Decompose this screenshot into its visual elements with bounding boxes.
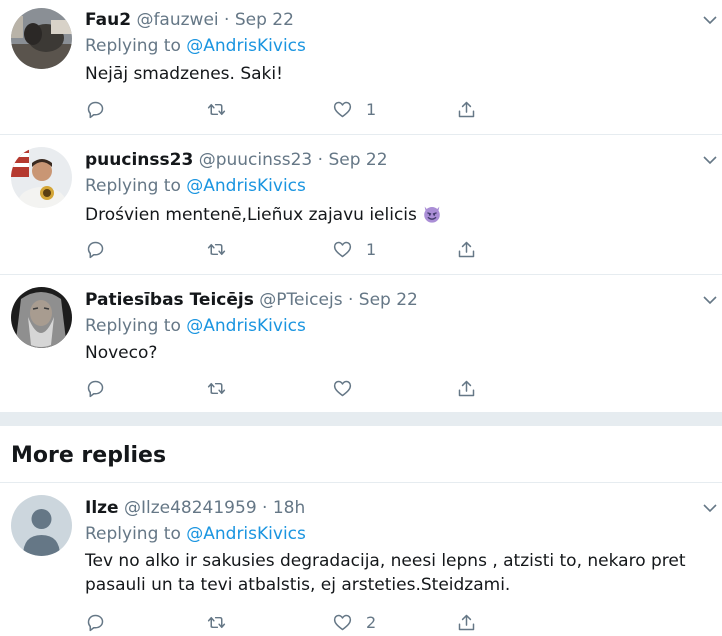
like-count: 1 [366,99,377,119]
chevron-down-icon[interactable] [702,500,718,516]
timestamp[interactable]: 18h [273,498,305,518]
more-replies-heading: More replies [11,443,167,468]
like-count: 1 [366,239,377,259]
avatar[interactable] [11,287,72,348]
tweet-text: Drośvien mentenē,Lieñux zajavu ielicis [85,202,685,227]
share-icon [456,378,477,399]
retweet-icon [206,612,227,633]
replying-to-label: Replying to [85,36,181,56]
like-count: 2 [366,612,377,632]
reply-icon [85,612,106,633]
like-button[interactable]: 1 [332,237,376,261]
retweet-button[interactable] [206,237,240,261]
mention-link[interactable]: @AndrisKivics [186,316,306,336]
separator-dot: · [317,150,324,170]
reply-button[interactable] [85,97,119,121]
handle[interactable]: @fauzwei [136,10,218,30]
replying-to: Replying to @AndrisKivics [85,175,306,197]
handle[interactable]: @PTeicejs [259,290,342,310]
retweet-icon [206,99,227,120]
display-name[interactable]: Patiesības Teicējs [85,290,254,310]
tweet[interactable]: Fau2 @fauzwei · Sep 22 Replying to @Andr… [0,0,722,135]
share-icon [456,99,477,120]
timestamp[interactable]: Sep 22 [328,150,387,170]
replying-to-label: Replying to [85,316,181,336]
retweet-button[interactable] [206,376,240,400]
display-name[interactable]: Ilze [85,498,119,518]
replying-to: Replying to @AndrisKivics [85,315,306,337]
tweet-header: Ilze @Ilze48241959 · 18h [85,497,305,519]
replying-to-label: Replying to [85,524,181,544]
tweet-text-line: pasauli un ta tevi atbalstis, ej arsteti… [85,575,511,595]
tweet-actions [85,376,505,400]
tweet-text-content: Drośvien mentenē,Lieñux zajavu ielicis [85,205,417,225]
retweet-button[interactable] [206,97,240,121]
tweet-header: Patiesības Teicējs @PTeicejs · Sep 22 [85,289,418,311]
share-button[interactable] [456,237,477,261]
avatar[interactable] [11,147,72,208]
section-separator [0,412,722,426]
tweet-header: puucinss23 @puucinss23 · Sep 22 [85,149,388,171]
tweet[interactable]: Patiesības Teicējs @PTeicejs · Sep 22 Re… [0,275,722,412]
avatar[interactable] [11,8,72,69]
replying-to-label: Replying to [85,176,181,196]
tweet-actions: 1 [85,237,505,261]
mention-link[interactable]: @AndrisKivics [186,524,306,544]
tweet[interactable]: Ilze @Ilze48241959 · 18h Replying to @An… [0,483,722,636]
separator-dot: · [262,498,268,518]
tweet-text: Tev no alko ir sakusies degradacija, nee… [85,549,710,597]
tweet-actions: 1 [85,97,505,121]
separator-dot: · [347,290,354,310]
separator-dot: · [224,10,230,30]
replying-to: Replying to @AndrisKivics [85,35,306,57]
handle[interactable]: @Ilze48241959 [124,498,257,518]
smiling-imp-emoji [424,206,440,223]
display-name[interactable]: puucinss23 [85,150,193,170]
share-button[interactable] [456,376,477,400]
reply-button[interactable] [85,610,119,634]
like-button[interactable]: 1 [332,97,376,121]
like-icon [332,99,353,120]
reply-icon [85,239,106,260]
share-icon [456,612,477,633]
share-button[interactable] [456,97,477,121]
chevron-down-icon[interactable] [702,12,718,28]
timestamp[interactable]: Sep 22 [359,290,418,310]
reply-button[interactable] [85,237,119,261]
share-icon [456,239,477,260]
reply-button[interactable] [85,376,119,400]
retweet-icon [206,239,227,260]
like-icon [332,378,353,399]
tweet[interactable]: puucinss23 @puucinss23 · Sep 22 Replying… [0,135,722,275]
mention-link[interactable]: @AndrisKivics [186,36,306,56]
chevron-down-icon[interactable] [702,152,718,168]
tweet-text-line: Tev no alko ir sakusies degradacija, nee… [85,551,686,571]
tweet-text: Noveco? [85,343,158,363]
timestamp[interactable]: Sep 22 [235,10,294,30]
chevron-down-icon[interactable] [702,292,718,308]
tweet-actions: 2 [85,610,505,634]
handle[interactable]: @puucinss23 [199,150,313,170]
like-button[interactable]: 2 [332,610,376,634]
share-button[interactable] [456,610,477,634]
like-button[interactable] [332,376,366,400]
like-icon [332,239,353,260]
retweet-button[interactable] [206,610,240,634]
display-name[interactable]: Fau2 [85,10,131,30]
tweet-text: Nejāj smadzenes. Saki! [85,64,283,84]
mention-link[interactable]: @AndrisKivics [186,176,306,196]
tweet-header: Fau2 @fauzwei · Sep 22 [85,9,294,31]
replying-to: Replying to @AndrisKivics [85,523,306,545]
reply-icon [85,99,106,120]
retweet-icon [206,378,227,399]
like-icon [332,612,353,633]
avatar[interactable] [11,495,72,556]
reply-icon [85,378,106,399]
